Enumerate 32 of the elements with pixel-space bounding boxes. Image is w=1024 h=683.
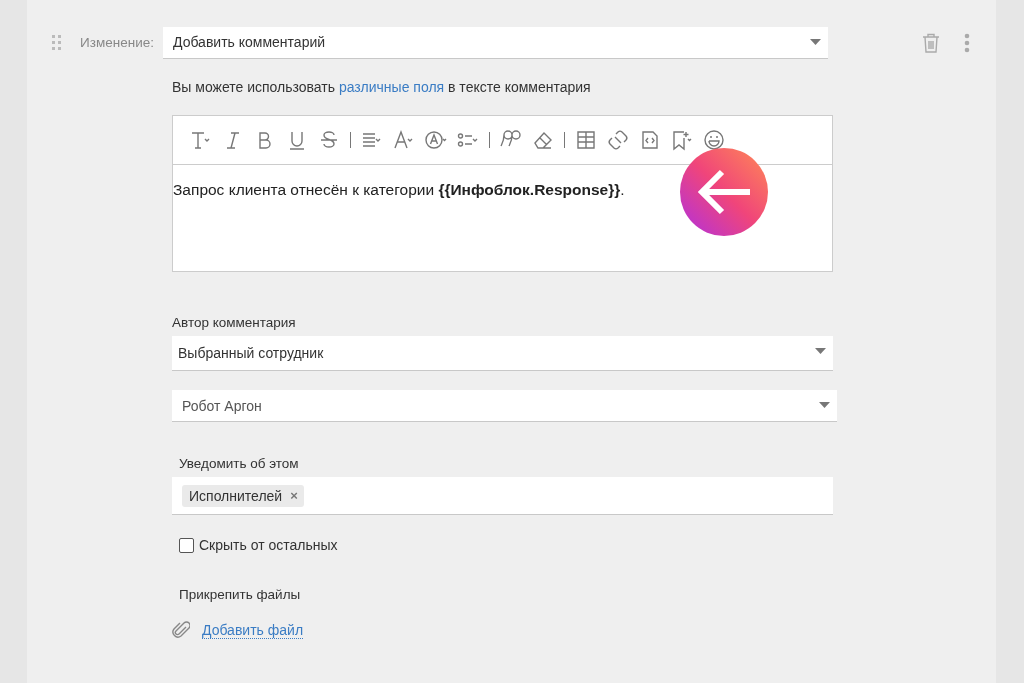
author-select[interactable]: Робот Аргон bbox=[172, 390, 837, 422]
hint-text: Вы можете использовать различные поля в тексте комментария bbox=[172, 79, 592, 95]
drag-handle-icon[interactable] bbox=[52, 34, 61, 51]
checkbox[interactable] bbox=[179, 537, 194, 553]
field-label: Прикрепить файлы bbox=[178, 587, 302, 602]
code-block-icon[interactable] bbox=[639, 129, 661, 151]
font-color-icon[interactable] bbox=[393, 129, 415, 151]
dropdown-caret-icon bbox=[819, 402, 830, 408]
add-file-link[interactable]: Добавить файл bbox=[202, 621, 304, 639]
dropdown-caret-icon bbox=[810, 38, 821, 45]
comment-text: Запрос клиента отнесён к категории {{Инфоблок.Response}}. bbox=[173, 181, 625, 199]
checkbox-label[interactable]: Скрыть от остальных bbox=[199, 537, 338, 553]
paperclip-icon bbox=[172, 620, 190, 640]
highlight-icon[interactable] bbox=[425, 129, 447, 151]
text-style-icon[interactable] bbox=[190, 129, 212, 151]
emoji-icon[interactable] bbox=[703, 129, 725, 151]
back-arrow-badge-icon bbox=[680, 148, 768, 236]
remove-tag-button[interactable]: × bbox=[290, 488, 298, 503]
strikethrough-icon[interactable] bbox=[318, 129, 340, 151]
bookmark-icon[interactable] bbox=[671, 129, 693, 151]
table-icon[interactable] bbox=[575, 129, 597, 151]
recipients-field[interactable]: Исполнителей × bbox=[172, 477, 833, 515]
action-select[interactable]: Добавить комментарий bbox=[163, 26, 828, 59]
tag-label: Исполнителей bbox=[189, 487, 283, 504]
eraser-icon[interactable] bbox=[532, 129, 554, 151]
dropdown-caret-icon bbox=[815, 348, 826, 354]
author-type-select[interactable]: Выбранный сотрудник bbox=[172, 336, 833, 371]
fields-link[interactable]: различные поля bbox=[338, 79, 445, 95]
link-icon[interactable] bbox=[607, 129, 629, 151]
field-label: Изменение: bbox=[79, 35, 154, 50]
field-label: Автор комментария bbox=[172, 315, 297, 330]
field-label: Уведомить об этом bbox=[178, 456, 300, 471]
